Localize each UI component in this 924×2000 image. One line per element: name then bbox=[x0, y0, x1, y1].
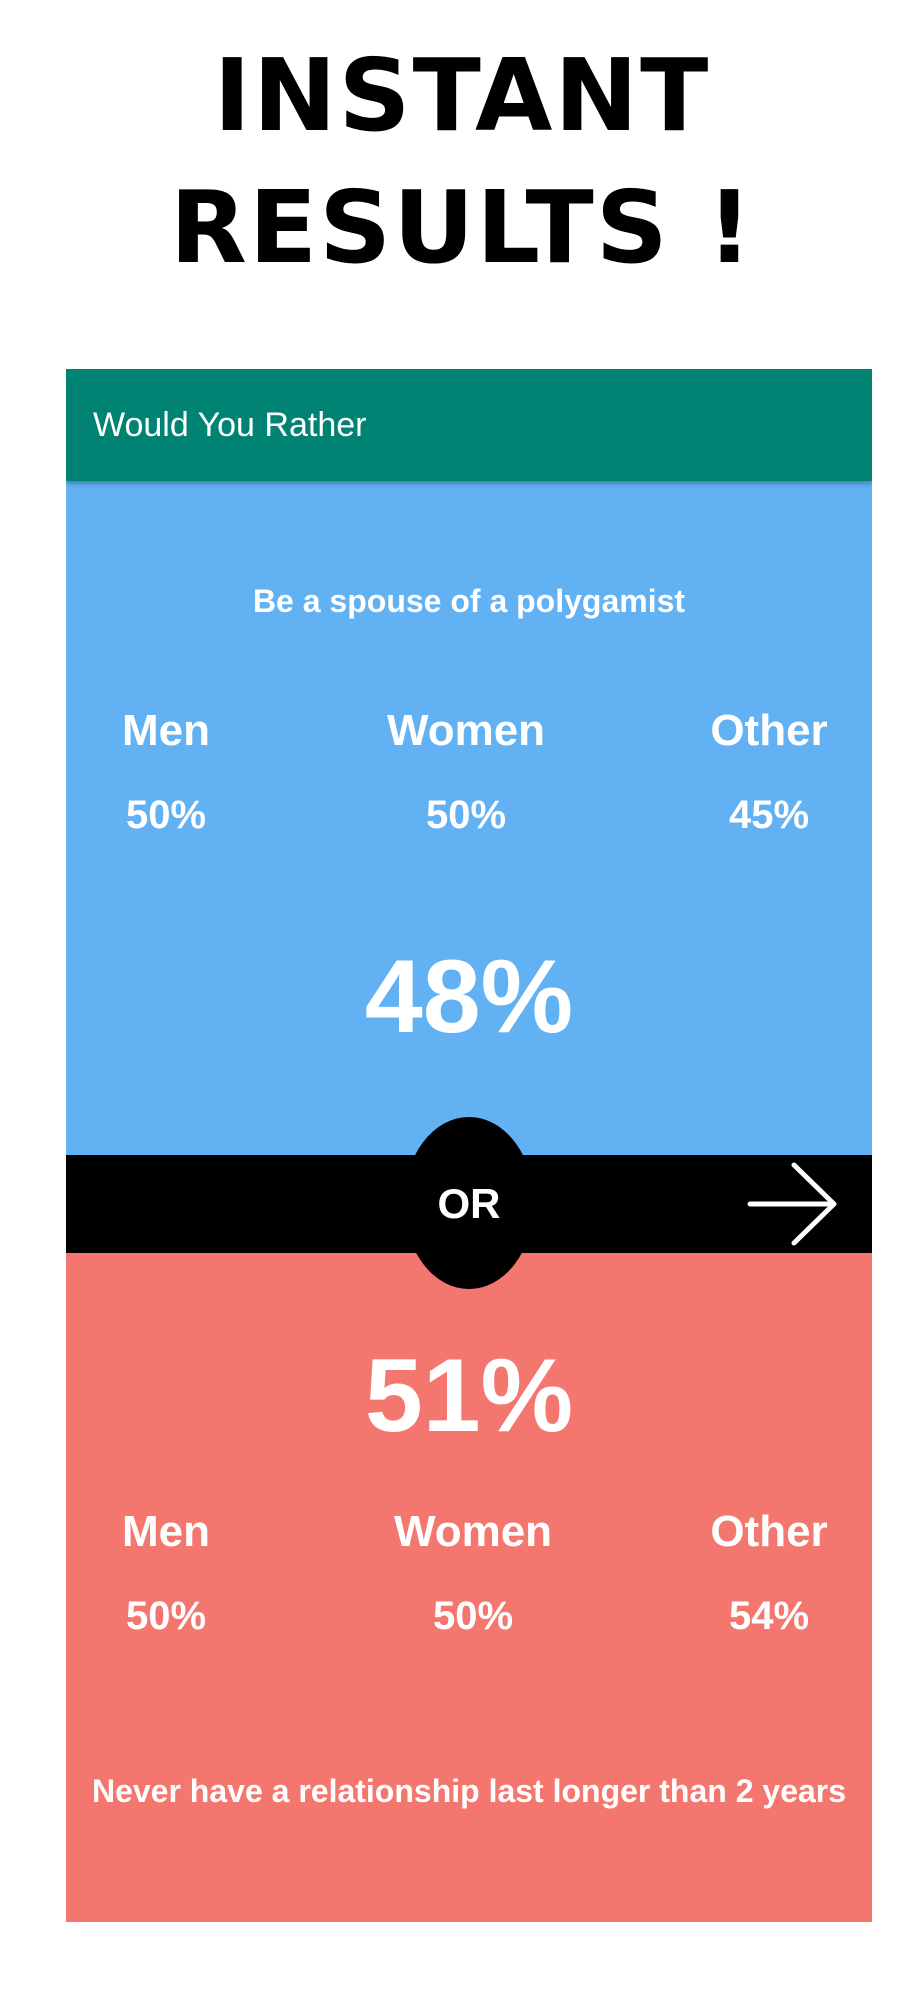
stat-label-other: Other bbox=[710, 706, 828, 755]
arrow-right-icon[interactable] bbox=[746, 1159, 842, 1249]
stat-value-men: 50% bbox=[125, 793, 207, 837]
option-a-panel[interactable]: Be a spouse of a polygamist Men 50% Wome… bbox=[66, 481, 872, 1155]
promo-headline: INSTANT RESULTS ! bbox=[0, 30, 924, 294]
app-screen: Would You Rather Be a spouse of a polyga… bbox=[66, 369, 872, 1922]
option-b-stat-men: Men 50% bbox=[66, 1418, 286, 1640]
stat-value-women: 50% bbox=[425, 793, 507, 837]
option-a-stat-other: Other 45% bbox=[649, 705, 872, 839]
stat-label-men: Men bbox=[122, 1507, 210, 1556]
app-bar: Would You Rather bbox=[66, 369, 872, 481]
or-label: OR bbox=[437, 1180, 501, 1227]
stat-label-women: Women bbox=[393, 1507, 553, 1556]
stat-label-women: Women bbox=[386, 706, 546, 755]
option-a-overall-percent: 48% bbox=[364, 939, 574, 1055]
option-a-stat-men: Men 50% bbox=[66, 705, 286, 839]
stat-value-women: 50% bbox=[432, 1594, 514, 1638]
stat-value-other: 54% bbox=[728, 1594, 810, 1638]
option-b-text: Never have a relationship last longer th… bbox=[91, 1773, 847, 1809]
app-title: Would You Rather bbox=[93, 406, 367, 444]
option-b-panel[interactable]: 51% Men 50% Women 50% Other 54% Never ha… bbox=[66, 1253, 872, 1922]
option-a-text: Be a spouse of a polygamist bbox=[252, 583, 686, 619]
stat-label-other: Other bbox=[710, 1507, 828, 1556]
option-b-stat-women: Women 50% bbox=[353, 1418, 593, 1640]
stat-label-men: Men bbox=[122, 706, 210, 755]
stat-value-other: 45% bbox=[728, 793, 810, 837]
option-a-stat-women: Women 50% bbox=[346, 705, 586, 839]
headline-line-1: INSTANT bbox=[213, 37, 711, 154]
stat-value-men: 50% bbox=[125, 1594, 207, 1638]
option-b-stat-other: Other 54% bbox=[649, 1418, 872, 1640]
headline-line-2: RESULTS ! bbox=[169, 169, 755, 286]
